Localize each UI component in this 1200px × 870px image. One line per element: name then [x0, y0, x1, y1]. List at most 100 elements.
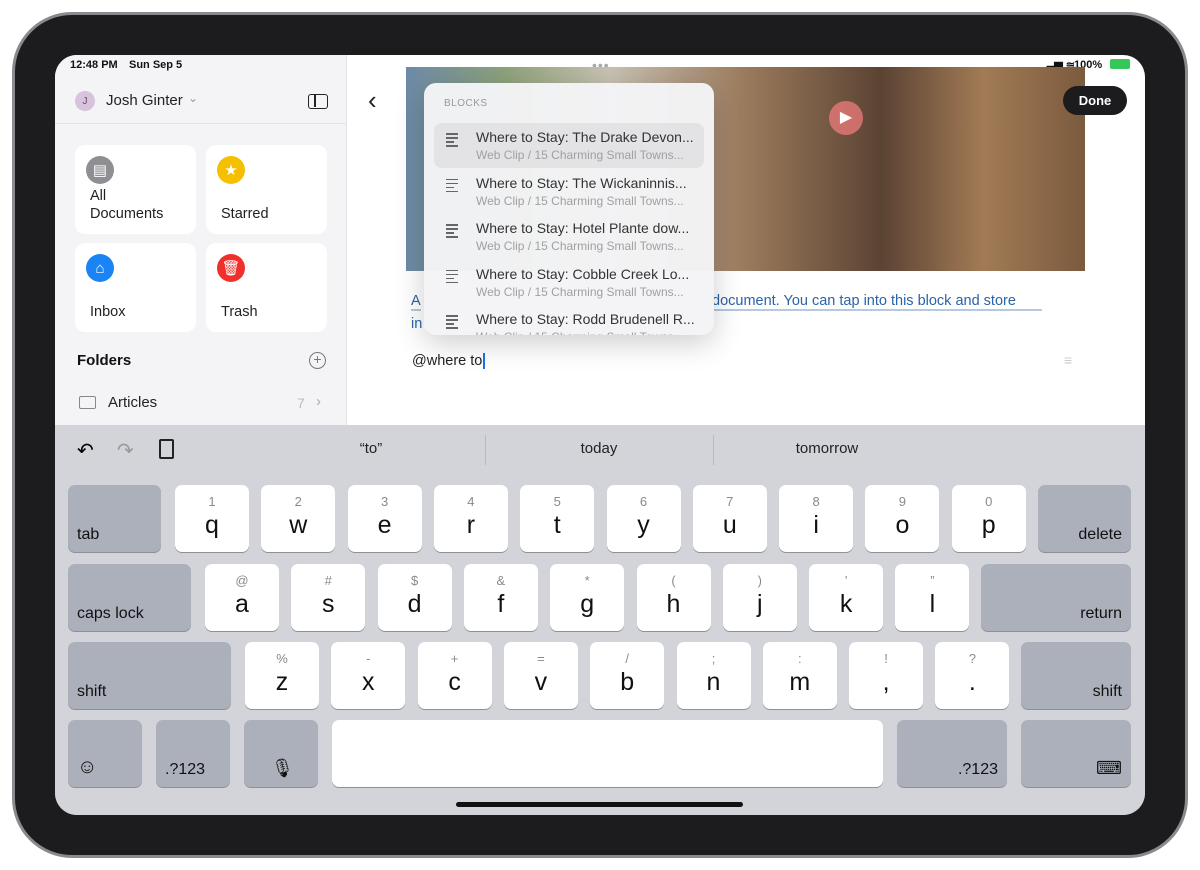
- key-alt: ”: [930, 573, 935, 588]
- key-alt: @: [235, 573, 249, 588]
- key-char: b: [620, 668, 635, 696]
- avatar[interactable]: J: [75, 91, 95, 111]
- block-suggestion[interactable]: Where to Stay: Hotel Plante dow... Web Cl…: [434, 214, 704, 259]
- card-label: Trash: [221, 304, 258, 320]
- block-title: Where to Stay: The Wickaninnis...: [476, 174, 687, 191]
- key-u[interactable]: 7u: [692, 485, 767, 552]
- key-,[interactable]: !,: [849, 642, 924, 709]
- key-alt: &: [496, 573, 506, 588]
- back-icon[interactable]: ‹: [368, 85, 377, 116]
- key-d[interactable]: $ d: [377, 564, 452, 631]
- block-suggestion[interactable]: Where to Stay: Cobble Creek Lo... Web Cli…: [434, 260, 704, 305]
- key-z[interactable]: % z: [245, 642, 319, 709]
- editor-input[interactable]: @where to: [412, 353, 486, 369]
- key-c[interactable]: + c: [417, 642, 492, 709]
- key-.[interactable]: ?.: [935, 642, 1010, 709]
- key-alt: ’: [844, 573, 848, 588]
- card-all-documents[interactable]: ▤ All Documents: [75, 145, 196, 234]
- paste-icon[interactable]: [159, 439, 174, 459]
- delete-key[interactable]: delete: [1038, 485, 1131, 552]
- play-icon[interactable]: ▶: [829, 101, 863, 135]
- key-alt: ?: [968, 651, 976, 666]
- link-text[interactable]: document. You can tap into this block an…: [712, 293, 1042, 311]
- key-v[interactable]: = v: [503, 642, 578, 709]
- link-text[interactable]: A: [411, 293, 421, 311]
- block-title: Where to Stay: The Drake Devon...: [476, 129, 694, 145]
- block-title: Where to Stay: Rodd Brudenell R...: [476, 311, 695, 327]
- numbers-key-right[interactable]: .?123: [897, 720, 1007, 787]
- key-e[interactable]: 3e: [347, 485, 422, 552]
- folder-icon: [79, 396, 96, 409]
- key-g[interactable]: * g: [550, 564, 625, 631]
- key-n[interactable]: ; n: [676, 642, 751, 709]
- screen: 12:48 PM Sun Sep 5 J Josh Ginter ⌄ ▤ All …: [55, 55, 1145, 815]
- redo-icon[interactable]: ↷: [117, 438, 134, 463]
- block-path: Web Clip / 15 Charming Small Towns...: [476, 239, 684, 253]
- key-y[interactable]: 6y: [606, 485, 681, 552]
- key-m[interactable]: :m: [762, 642, 837, 709]
- inbox-icon: ⌂: [86, 254, 114, 282]
- key-l[interactable]: ” l: [895, 564, 970, 631]
- paragraph-icon: [446, 133, 458, 149]
- dismiss-keyboard-key[interactable]: ⌨: [1021, 720, 1131, 787]
- key-x[interactable]: -x: [331, 642, 406, 709]
- add-folder-icon[interactable]: +: [309, 352, 326, 369]
- shift-key-right[interactable]: shift: [1021, 642, 1131, 709]
- key-alt: #: [324, 573, 332, 588]
- key-f[interactable]: & f: [463, 564, 538, 631]
- undo-icon[interactable]: ↶: [77, 438, 94, 463]
- suggestion[interactable]: tomorrow: [713, 440, 941, 457]
- key-q[interactable]: 1q: [175, 485, 249, 552]
- block-suggestion[interactable]: Where to Stay: Rodd Brudenell R... Web Cl…: [434, 305, 704, 335]
- key-char: f: [497, 590, 505, 618]
- shift-key[interactable]: shift: [68, 642, 231, 709]
- key-alt: 4: [467, 494, 475, 509]
- key-s[interactable]: # s: [291, 564, 366, 631]
- chevron-down-icon[interactable]: ⌄: [188, 91, 198, 105]
- key-char: j: [757, 590, 763, 618]
- suggestion[interactable]: “to”: [257, 440, 485, 457]
- sidebar-toggle-icon[interactable]: [308, 94, 328, 109]
- card-trash[interactable]: 🗑 Trash: [206, 243, 327, 332]
- block-suggestion[interactable]: Where to Stay: The Drake Devon... Web Cli…: [434, 123, 704, 168]
- key-alt: 7: [726, 494, 734, 509]
- account-name[interactable]: Josh Ginter: [106, 92, 183, 109]
- key-h[interactable]: (h: [636, 564, 711, 631]
- card-label: Starred: [221, 206, 269, 222]
- block-suggestion[interactable]: Where to Stay: The Wickaninnis... Web Cli…: [434, 169, 704, 214]
- emoji-key[interactable]: ☺: [68, 720, 142, 787]
- card-starred[interactable]: ★ Starred: [206, 145, 327, 234]
- key-alt: *: [584, 573, 590, 588]
- suggestion[interactable]: today: [485, 440, 713, 457]
- numbers-key[interactable]: .?123: [156, 720, 230, 787]
- key-w[interactable]: 2w: [261, 485, 336, 552]
- key-i[interactable]: 8i: [779, 485, 854, 552]
- key-j[interactable]: ) j: [722, 564, 797, 631]
- space-key[interactable]: [332, 720, 883, 787]
- tab-key[interactable]: tab: [68, 485, 161, 552]
- key-alt: =: [537, 651, 545, 666]
- key-o[interactable]: 9o: [865, 485, 940, 552]
- drag-handle-icon[interactable]: ≡: [1064, 352, 1072, 368]
- caps-lock-key[interactable]: caps lock: [68, 564, 191, 631]
- key-alt: $: [410, 573, 419, 588]
- block-title: Where to Stay: Cobble Creek Lo...: [476, 265, 690, 282]
- link-text[interactable]: in: [411, 316, 422, 332]
- card-inbox[interactable]: ⌂ Inbox: [75, 243, 196, 332]
- home-indicator[interactable]: [456, 802, 743, 807]
- star-icon: ★: [217, 156, 245, 184]
- block-path: Web Clip / 15 Charming Small Towns...: [476, 193, 684, 208]
- key-k[interactable]: ’ k: [809, 564, 884, 631]
- return-key[interactable]: return: [981, 564, 1131, 631]
- key-t[interactable]: 5t: [520, 485, 595, 552]
- key-r[interactable]: 4r: [433, 485, 508, 552]
- folder-item-articles[interactable]: Articles 7 ›: [55, 388, 347, 422]
- dictation-key[interactable]: 🎙: [244, 720, 318, 787]
- paragraph-icon: [446, 315, 458, 331]
- key-char: r: [466, 511, 476, 539]
- done-button[interactable]: Done: [1063, 86, 1127, 115]
- key-a[interactable]: @ a: [205, 564, 279, 631]
- keyboard-dismiss-icon: ⌨: [1096, 758, 1122, 778]
- key-p[interactable]: 0p: [951, 485, 1026, 552]
- key-b[interactable]: / b: [590, 642, 665, 709]
